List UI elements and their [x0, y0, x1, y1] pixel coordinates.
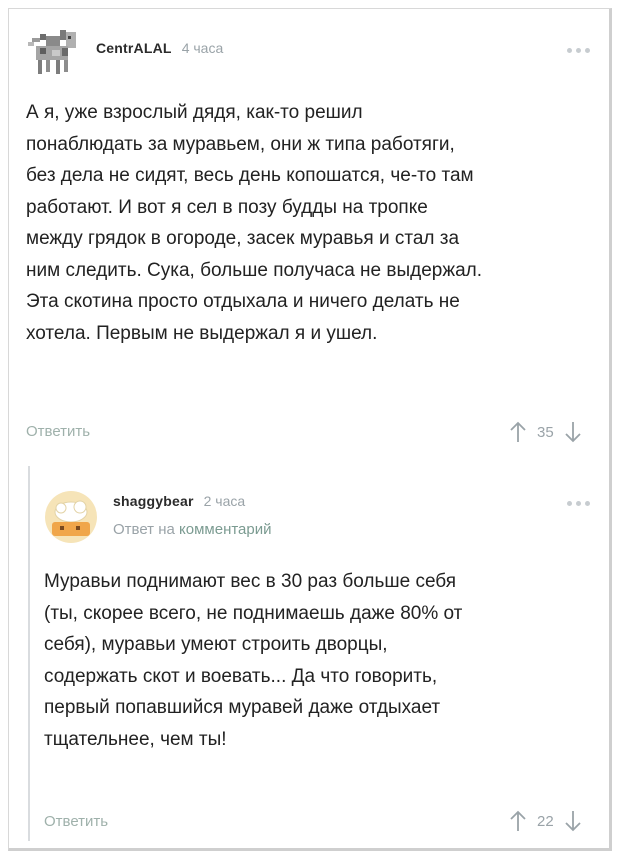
more-options-button[interactable] — [567, 501, 590, 506]
comment-line: (ты, скорее всего, не поднимаешь даже 80… — [44, 602, 463, 624]
downvote-button[interactable] — [564, 809, 582, 833]
dot-icon — [576, 501, 581, 506]
upvote-button[interactable] — [509, 420, 527, 444]
comment-line: Эта скотина просто отдыхала и ничего дел… — [26, 291, 460, 312]
vote-control: 22 — [509, 809, 582, 833]
upvote-button[interactable] — [509, 809, 527, 833]
comment-line: Муравьи поднимают вес в 30 раз больше се… — [44, 571, 457, 592]
dot-icon — [585, 501, 590, 506]
rating-value: 35 — [537, 423, 554, 441]
comment-line: между грядок в огороде, засек муравья и … — [26, 228, 460, 249]
dot-icon — [585, 48, 590, 53]
author-name[interactable]: shaggybear — [113, 493, 194, 509]
comment-line: ним следить. Сука, больше получаса не вы… — [26, 259, 483, 281]
comment-line: себя), муравьи умеют строить дворцы, — [44, 634, 388, 655]
comment-line: без дела не сидят, весь день копошатся, … — [26, 165, 474, 186]
reply-comment-body: Муравьи поднимают вес в 30 раз больше се… — [44, 566, 462, 755]
arrow-down-icon — [565, 422, 581, 443]
dot-icon — [567, 501, 572, 506]
thread-line[interactable] — [28, 466, 30, 841]
reply-button[interactable]: Ответить — [44, 813, 108, 830]
arrow-down-icon — [565, 811, 581, 832]
author-name[interactable]: CentrALAL — [96, 40, 172, 56]
dot-icon — [576, 48, 581, 53]
comment-line: работают. И вот я сел в позу будды на тр… — [26, 196, 428, 218]
comment-line: хотела. Первым не выдержал я и ушел. — [26, 322, 378, 344]
comment-line: А я, уже взрослый дядя, как-то решил — [26, 102, 363, 123]
reply-to-prefix: Ответ на — [113, 521, 175, 538]
comment-header: CentrALAL 4 часа — [96, 40, 223, 56]
comment-line: первый попавшийся муравей даже отдыхает — [44, 697, 441, 718]
reply-comment-header: shaggybear 2 часа — [113, 493, 245, 509]
arrow-up-icon — [510, 810, 526, 831]
reply-button[interactable]: Ответить — [26, 423, 90, 440]
comment-line: содержать скот и воевать... Да что говор… — [44, 665, 438, 687]
comment-time: 2 часа — [203, 493, 246, 509]
downvote-button[interactable] — [564, 420, 582, 444]
avatar[interactable] — [44, 490, 98, 544]
vote-control: 35 — [509, 420, 582, 444]
reply-to-link[interactable]: комментарий — [179, 521, 271, 538]
more-options-button[interactable] — [567, 48, 590, 53]
dot-icon — [567, 48, 572, 53]
avatar[interactable] — [26, 28, 80, 78]
arrow-up-icon — [510, 421, 526, 442]
comment-time: 4 часа — [181, 40, 224, 56]
comment-body: А я, уже взрослый дядя, как-то решил пон… — [26, 97, 482, 349]
comment-line: тщательнее, чем ты! — [44, 728, 227, 750]
rating-value: 22 — [537, 812, 554, 830]
reply-to-info: Ответ на комментарий — [113, 521, 272, 538]
comment-line: понаблюдать за муравьем, они ж типа рабо… — [26, 133, 455, 155]
